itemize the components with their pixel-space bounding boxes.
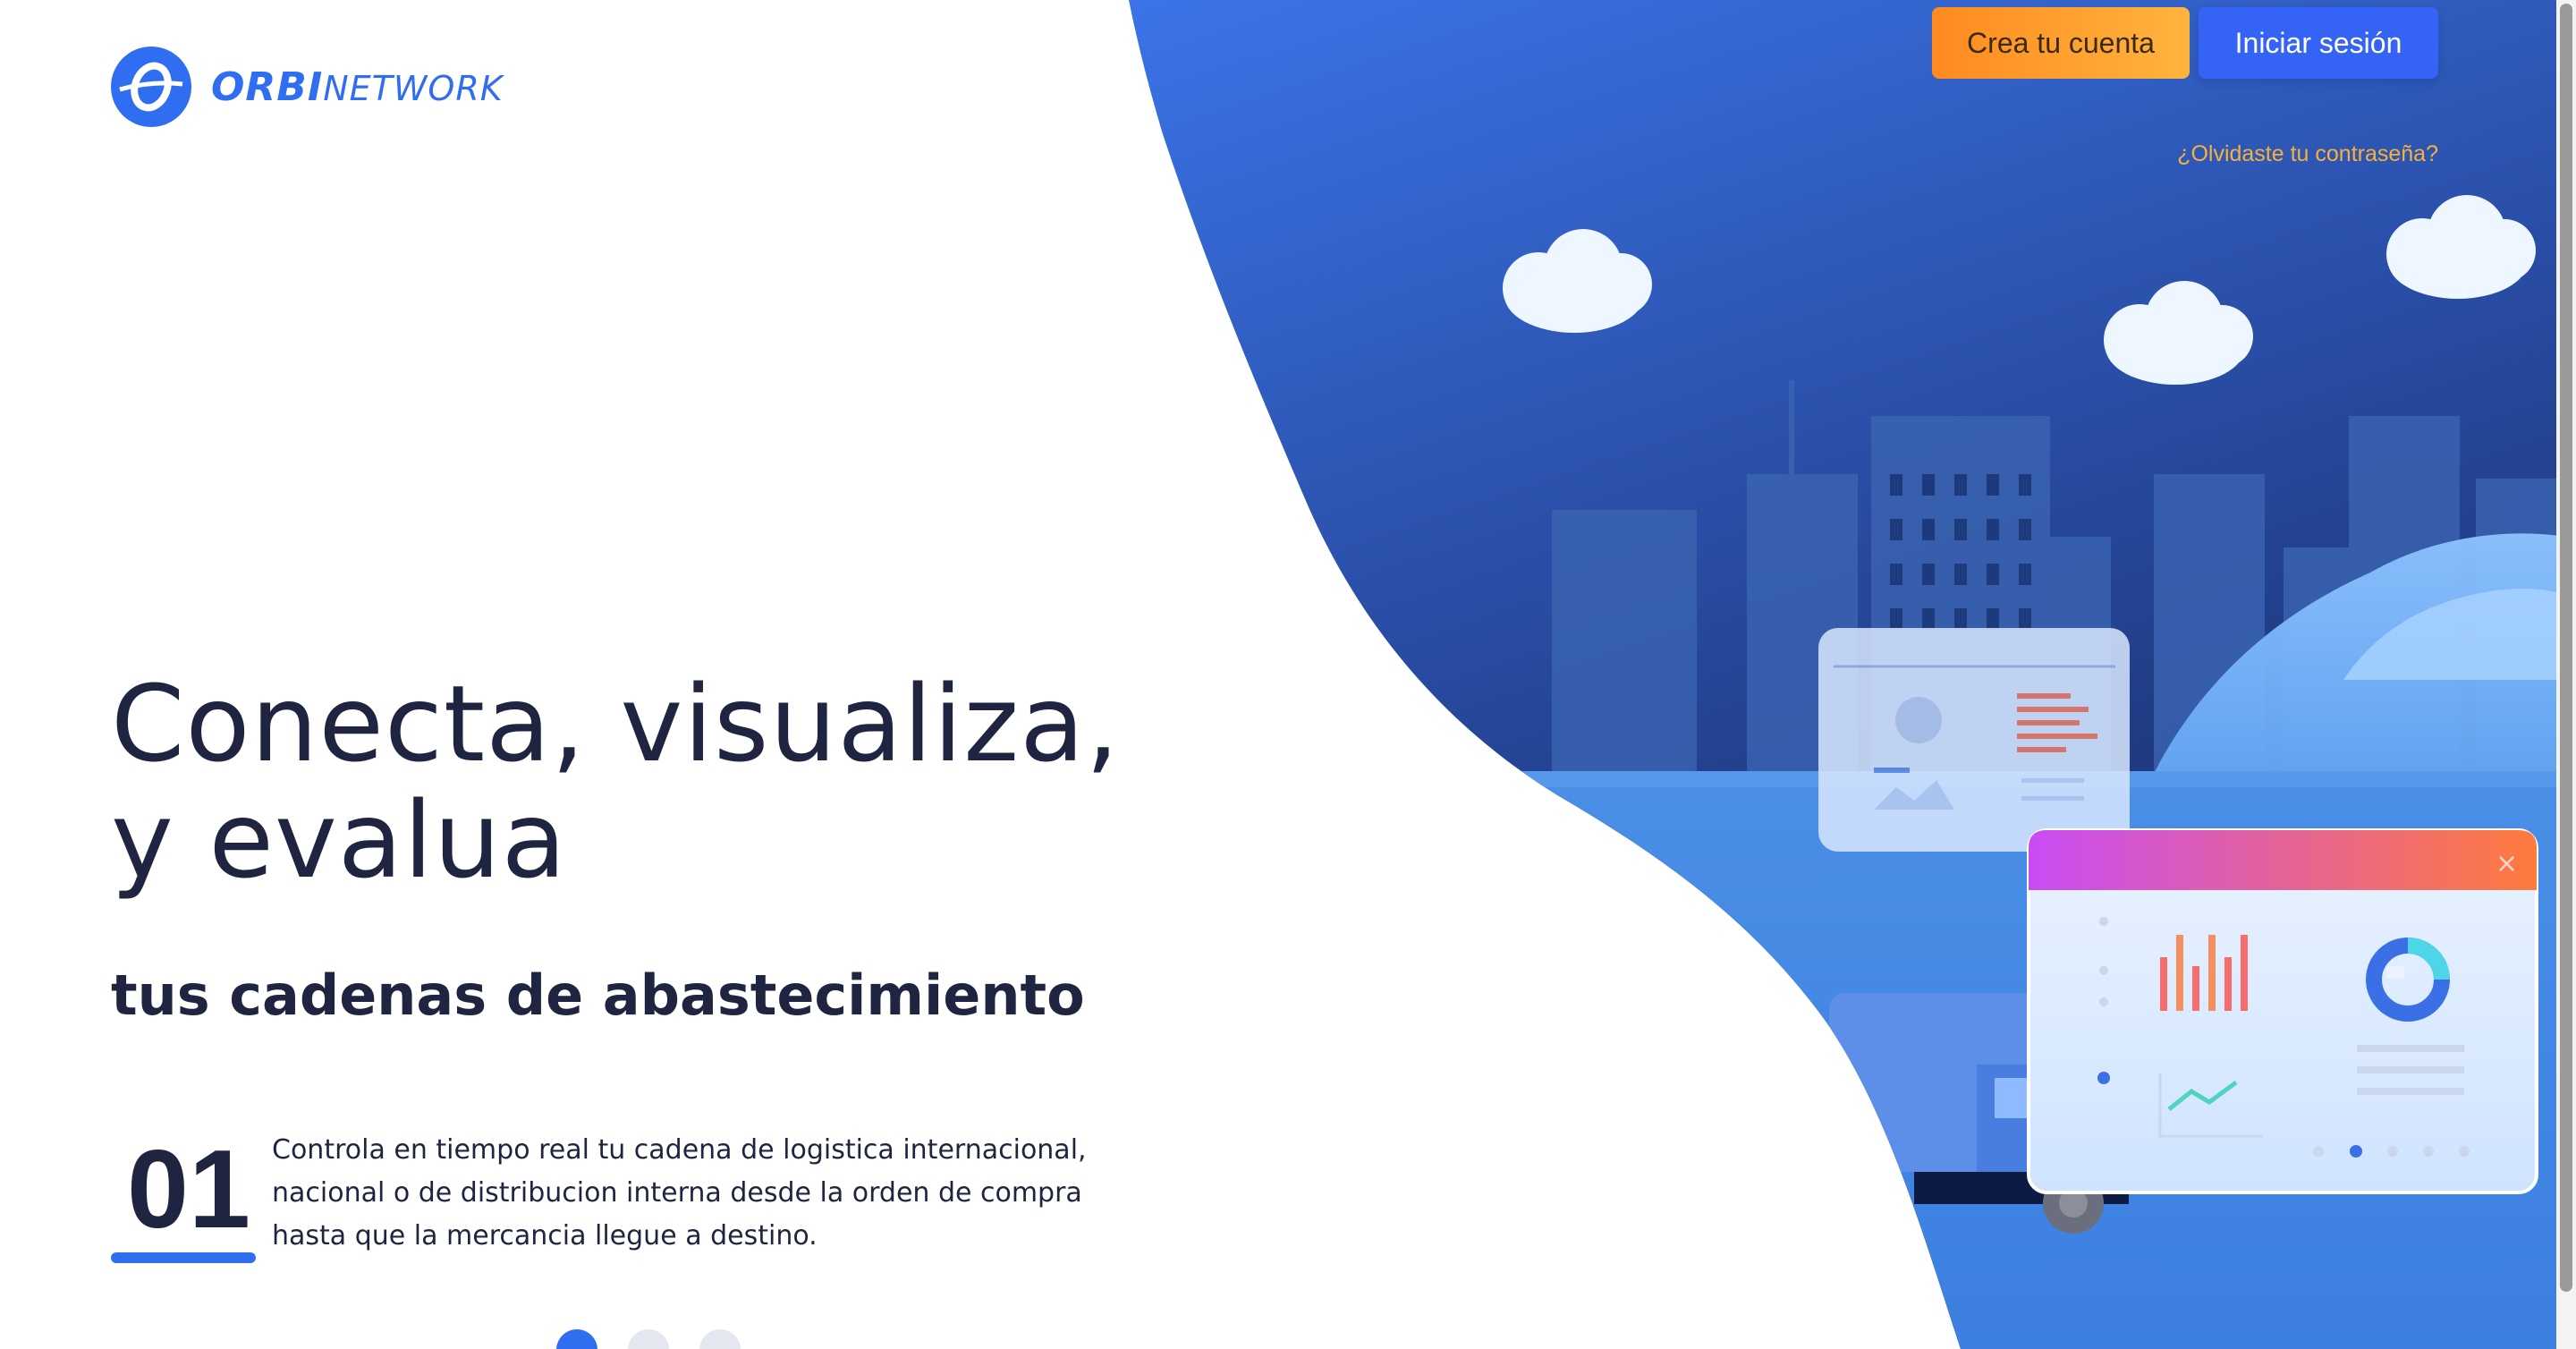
orbit-logo-icon bbox=[111, 47, 191, 127]
brand-logo[interactable]: ORBINETWORK bbox=[111, 47, 504, 127]
brand-name: ORBINETWORK bbox=[211, 64, 504, 110]
carousel-dot-1[interactable] bbox=[556, 1329, 597, 1349]
carousel-dot-2[interactable] bbox=[628, 1329, 669, 1349]
feature-number-underline bbox=[111, 1252, 256, 1263]
hero-headline-line2: y evalua bbox=[111, 778, 567, 902]
feature-number: 01 bbox=[127, 1128, 250, 1251]
forgot-password-link[interactable]: ¿Olvidaste tu contraseña? bbox=[2165, 141, 2438, 167]
analytics-card-icon: × bbox=[2027, 828, 2538, 1194]
carousel-pagination bbox=[556, 1329, 741, 1349]
dashboard-card-icon bbox=[1818, 628, 2130, 852]
scrollbar-thumb[interactable] bbox=[2560, 4, 2572, 1292]
hero-subheadline: tus cadenas de abastecimiento bbox=[111, 963, 1085, 1028]
hero-headline-line1: Conecta, visualiza, bbox=[111, 662, 1120, 785]
feature-description: Controla en tiempo real tu cadena de log… bbox=[272, 1134, 1087, 1251]
svg-text:×: × bbox=[2496, 848, 2518, 879]
login-button[interactable]: Iniciar sesión bbox=[2199, 7, 2438, 79]
hero-headline: Conecta, visualiza, y evalua bbox=[111, 666, 1120, 898]
vertical-scrollbar[interactable] bbox=[2556, 0, 2576, 1349]
carousel-dot-3[interactable] bbox=[699, 1329, 741, 1349]
create-account-button[interactable]: Crea tu cuenta bbox=[1932, 7, 2190, 79]
